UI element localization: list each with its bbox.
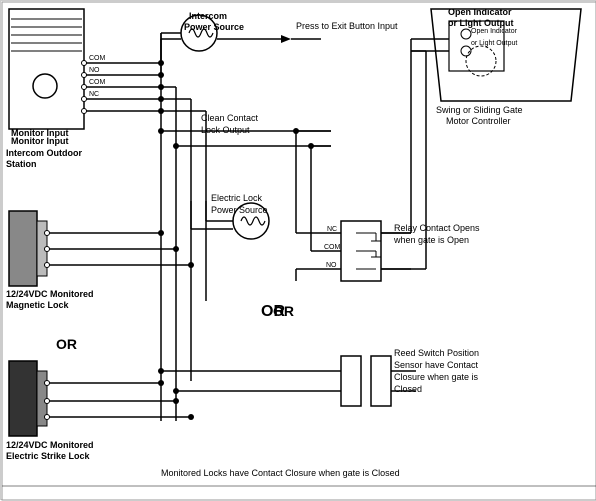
svg-text:COM: COM	[89, 79, 106, 86]
swing-gate-text2: Motor Controller	[446, 116, 511, 126]
intercom-power-text: Intercom	[189, 11, 227, 21]
open-indicator-text: Open Indicator	[448, 7, 512, 17]
intercom-power-text2: Power Source	[184, 22, 244, 32]
clean-contact-text: Clean Contact	[201, 113, 259, 123]
electric-lock-text2: Power Source	[211, 205, 268, 215]
reed-switch-text2: Sensor have Contact	[394, 360, 479, 370]
clean-contact-text2: Lock Output	[201, 125, 250, 135]
svg-text:NO: NO	[89, 67, 100, 74]
intercom-outdoor-label: Intercom Outdoor	[6, 148, 82, 158]
svg-text:Open Indicator: Open Indicator	[471, 28, 518, 35]
intercom-outdoor-label2: Station	[6, 159, 37, 169]
svg-text:COM: COM	[89, 55, 106, 62]
monitor-input-text: Monitor Input	[11, 128, 68, 138]
svg-text:or Light Output: or Light Output	[471, 40, 517, 47]
wiring-diagram: COM NO COM NC Monitor Input Intercom Out…	[0, 0, 596, 500]
svg-text:NC: NC	[89, 91, 99, 98]
relay-contact-text2: when gate is Open	[393, 235, 469, 245]
svg-text:NC: NC	[327, 226, 337, 233]
press-exit-text: Press to Exit Button Input	[296, 21, 398, 31]
electric-lock-text: Electric Lock	[211, 193, 263, 203]
or-center-label: OR	[273, 303, 294, 319]
reed-switch-text3: Closure when gate is	[394, 372, 479, 382]
open-indicator-text2: or Light Output	[448, 18, 513, 28]
swing-gate-text: Swing or Sliding Gate	[436, 105, 523, 115]
reed-switch-text4: Closed	[394, 384, 422, 394]
strike-lock-text: 12/24VDC Monitored	[6, 440, 94, 450]
magnetic-lock-text2: Magnetic Lock	[6, 300, 70, 310]
reed-switch-text: Reed Switch Position	[394, 348, 479, 358]
svg-text:NO: NO	[326, 262, 337, 269]
relay-contact-text: Relay Contact Opens	[394, 223, 480, 233]
strike-lock-text2: Electric Strike Lock	[6, 451, 91, 461]
svg-text:COM: COM	[324, 244, 341, 251]
or-lock-label: OR	[56, 336, 77, 352]
magnetic-lock-text: 12/24VDC Monitored	[6, 289, 94, 299]
monitored-locks-text: Monitored Locks have Contact Closure whe…	[161, 468, 400, 478]
